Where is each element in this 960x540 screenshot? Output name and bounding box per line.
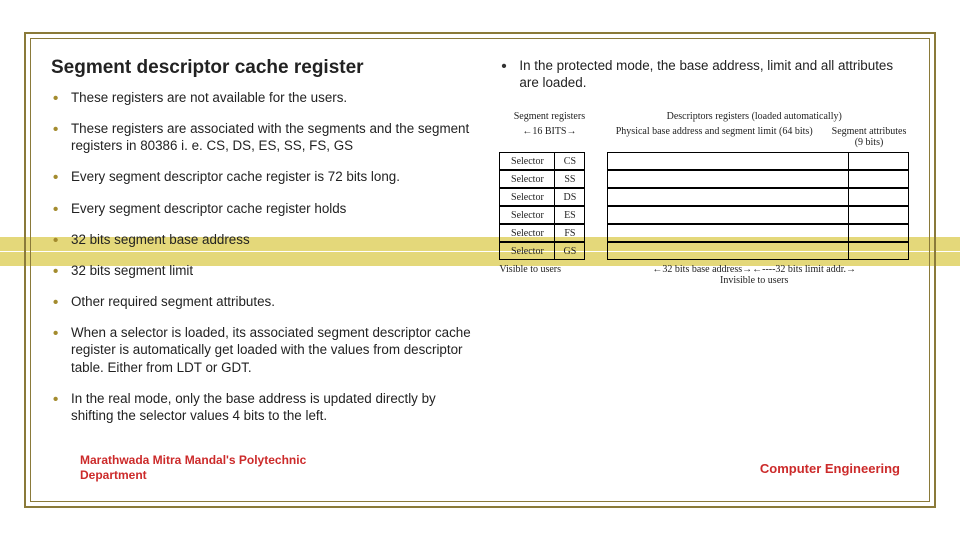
register-cell: FS [555,224,585,242]
selector-cell: Selector [499,152,555,170]
attr-cell [849,188,909,206]
left-column: Segment descriptor cache register These … [51,57,471,438]
list-item: Every segment descriptor cache register … [51,168,471,185]
table-row: Selector FS [499,224,909,242]
selector-cell: Selector [499,242,555,260]
descriptor-cell [607,188,849,206]
register-diagram: Segment registers Descriptors registers … [499,111,909,286]
selector-cell: Selector [499,206,555,224]
diagram-sub-left: ←16 BITS→ [499,126,599,137]
register-cell: ES [555,206,585,224]
slide-frame-inner: Segment descriptor cache register These … [30,38,930,502]
slide-frame-outer: Segment descriptor cache register These … [24,32,936,508]
list-item: 32 bits segment base address [51,231,471,248]
register-cell: DS [555,188,585,206]
list-item: 32 bits segment limit [51,262,471,279]
table-row: Selector GS [499,242,909,260]
table-row: Selector CS [499,152,909,170]
list-item: These registers are not available for th… [51,89,471,106]
diagram-bottom-left: Visible to users [499,264,599,286]
attr-cell [849,152,909,170]
attr-cell [849,206,909,224]
selector-cell: Selector [499,170,555,188]
diagram-bottom-right: ←32 bits base address→←----32 bits limit… [599,264,909,286]
attr-cell [849,224,909,242]
list-item: Other required segment attributes. [51,293,471,310]
descriptor-cell [607,170,849,188]
register-cell: GS [555,242,585,260]
list-item: These registers are associated with the … [51,120,471,154]
selector-cell: Selector [499,224,555,242]
diagram-header-right: Descriptors registers (loaded automatica… [599,111,909,122]
descriptor-cell [607,224,849,242]
selector-cell: Selector [499,188,555,206]
list-item: In the protected mode, the base address,… [499,57,909,91]
diagram-sub-base: Physical base address and segment limit … [599,126,829,137]
attr-cell [849,170,909,188]
descriptor-cell [607,152,849,170]
slide-title: Segment descriptor cache register [51,57,471,79]
footer-org: Marathwada Mitra Mandal's Polytechnic De… [80,453,306,484]
diagram-sub-attr: Segment attributes (9 bits) [829,126,909,148]
left-bullet-list: These registers are not available for th… [51,89,471,424]
footer-dept: Computer Engineering [760,461,900,476]
diagram-table: Selector CS Selector SS [499,152,909,260]
attr-cell [849,242,909,260]
diagram-header-left: Segment registers [499,111,599,122]
right-bullet-list: In the protected mode, the base address,… [499,57,909,91]
descriptor-cell [607,206,849,224]
table-row: Selector DS [499,188,909,206]
list-item: When a selector is loaded, its associate… [51,324,471,375]
right-column: In the protected mode, the base address,… [499,57,909,438]
list-item: Every segment descriptor cache register … [51,200,471,217]
table-row: Selector SS [499,170,909,188]
table-row: Selector ES [499,206,909,224]
list-item: In the real mode, only the base address … [51,390,471,424]
descriptor-cell [607,242,849,260]
register-cell: SS [555,170,585,188]
register-cell: CS [555,152,585,170]
